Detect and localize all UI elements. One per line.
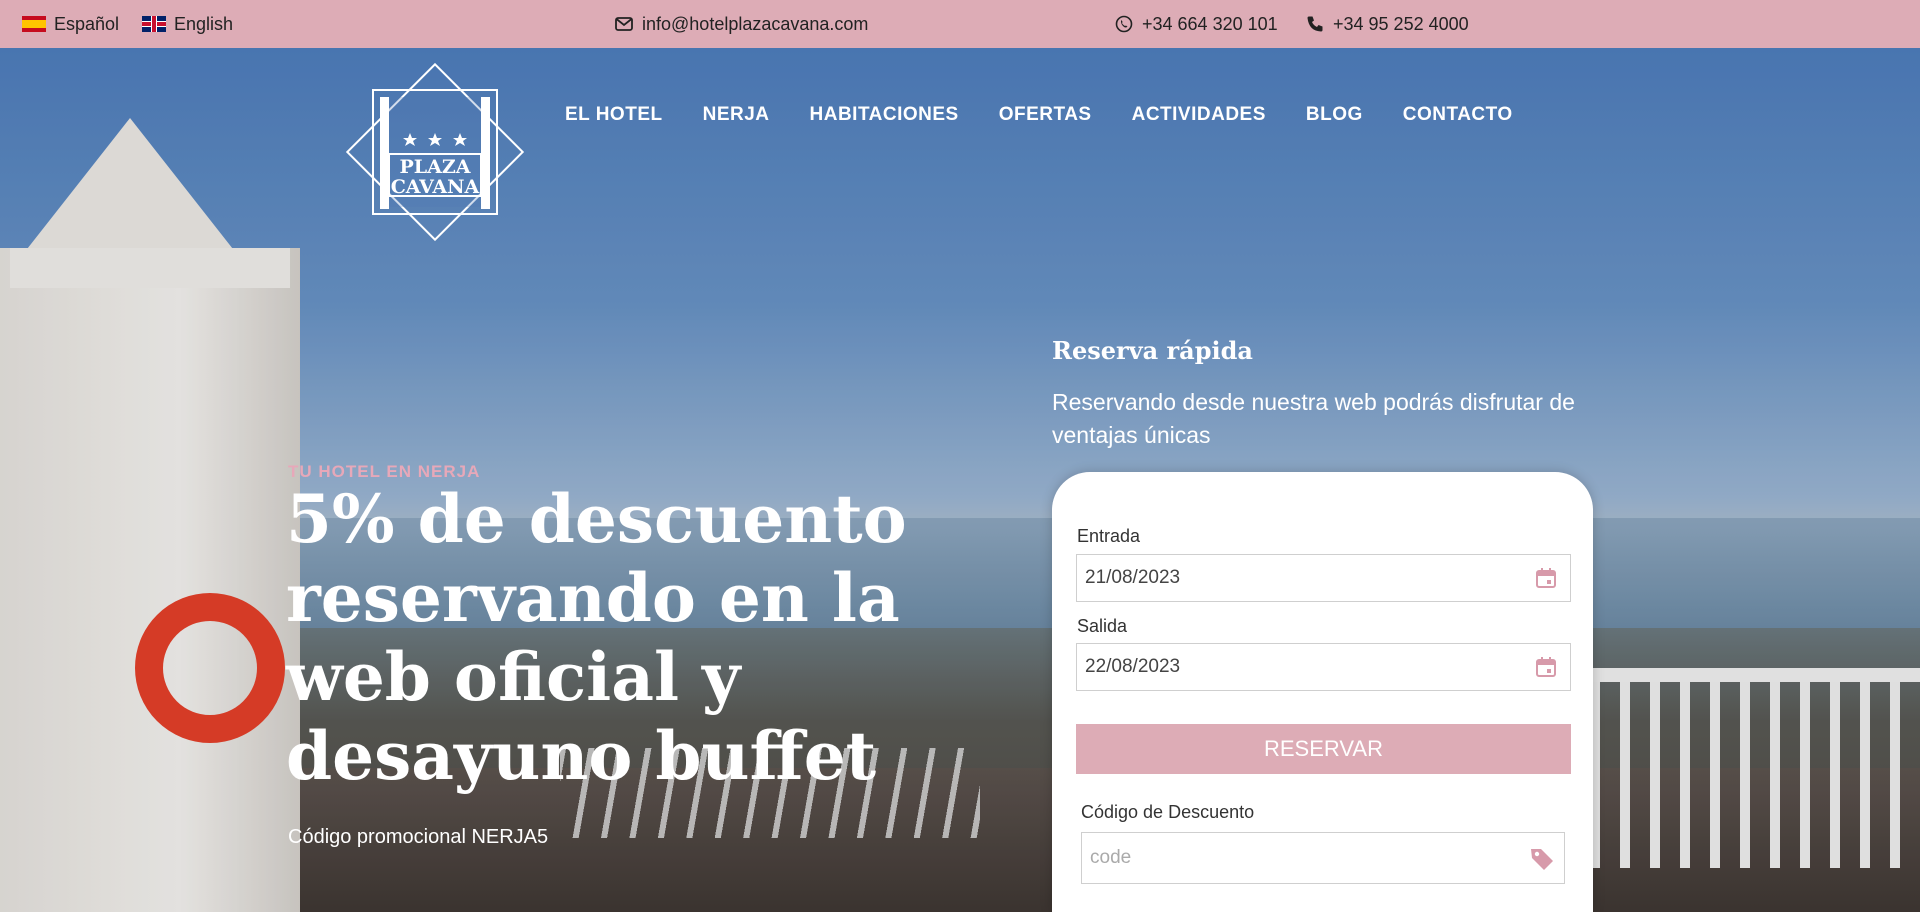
discount-code-placeholder: code bbox=[1090, 847, 1132, 868]
booking-title: Reserva rápida bbox=[1052, 336, 1253, 365]
language-es-link[interactable]: Español bbox=[22, 0, 119, 48]
language-en-label: English bbox=[174, 13, 234, 34]
hero-headline: 5% de descuento reservando en la web ofi… bbox=[286, 480, 907, 795]
calendar-icon[interactable] bbox=[1534, 655, 1558, 679]
language-es-label: Español bbox=[54, 13, 120, 34]
nav-item-nerja[interactable]: NERJA bbox=[703, 104, 770, 126]
checkout-date-input[interactable]: 22/08/2023 bbox=[1076, 643, 1571, 691]
logo-line2: CAVANA bbox=[391, 176, 480, 198]
tag-icon bbox=[1528, 845, 1556, 873]
hero-kicker: TU HOTEL EN NERJA bbox=[288, 462, 481, 481]
phone-icon bbox=[1305, 14, 1325, 34]
checkin-date-input[interactable]: 21/08/2023 bbox=[1076, 554, 1571, 602]
hero-promo-code: Código promocional NERJA5 bbox=[288, 826, 549, 848]
phone-number: +34 95 252 4000 bbox=[1333, 13, 1469, 34]
booking-subtitle: Reservando desde nuestra web podrás disf… bbox=[1052, 389, 1575, 448]
envelope-icon bbox=[614, 14, 634, 34]
nav-item-habitaciones[interactable]: HABITACIONES bbox=[810, 104, 959, 126]
nav-item-blog[interactable]: BLOG bbox=[1306, 104, 1363, 126]
checkout-label: Salida bbox=[1077, 616, 1128, 636]
language-en-link[interactable]: English bbox=[142, 0, 233, 48]
main-nav: EL HOTEL NERJA HABITACIONES OFERTAS ACTI… bbox=[565, 95, 1513, 135]
checkout-date-value: 22/08/2023 bbox=[1085, 656, 1181, 677]
email-link[interactable]: info@hotelplazacavana.com bbox=[614, 0, 868, 48]
nav-item-contacto[interactable]: CONTACTO bbox=[1403, 104, 1513, 126]
nav-item-actividades[interactable]: ACTIVIDADES bbox=[1132, 104, 1266, 126]
logo-line1: PLAZA bbox=[400, 156, 471, 178]
reservar-button[interactable]: RESERVAR bbox=[1076, 724, 1571, 774]
whatsapp-number: +34 664 320 101 bbox=[1142, 13, 1278, 34]
nav-item-el-hotel[interactable]: EL HOTEL bbox=[565, 104, 663, 126]
flag-es-icon bbox=[22, 16, 46, 32]
whatsapp-icon bbox=[1114, 14, 1134, 34]
checkin-label: Entrada bbox=[1077, 526, 1141, 546]
top-bar: Español English info@hotelplazacavana.co… bbox=[0, 0, 1920, 48]
nav-item-ofertas[interactable]: OFERTAS bbox=[999, 104, 1092, 126]
email-text: info@hotelplazacavana.com bbox=[642, 13, 869, 34]
discount-code-input[interactable]: code bbox=[1081, 832, 1565, 884]
calendar-icon[interactable] bbox=[1534, 566, 1558, 590]
discount-code-label: Código de Descuento bbox=[1081, 802, 1255, 822]
booking-card: Entrada 21/08/2023 Salida 22/08/2023 RES… bbox=[1052, 472, 1593, 912]
whatsapp-link[interactable]: +34 664 320 101 bbox=[1114, 0, 1278, 48]
flag-gb-icon bbox=[142, 16, 166, 32]
phone-link[interactable]: +34 95 252 4000 bbox=[1305, 0, 1469, 48]
checkin-date-value: 21/08/2023 bbox=[1085, 567, 1181, 588]
hotel-logo[interactable]: PLAZA CAVANA bbox=[345, 60, 525, 242]
